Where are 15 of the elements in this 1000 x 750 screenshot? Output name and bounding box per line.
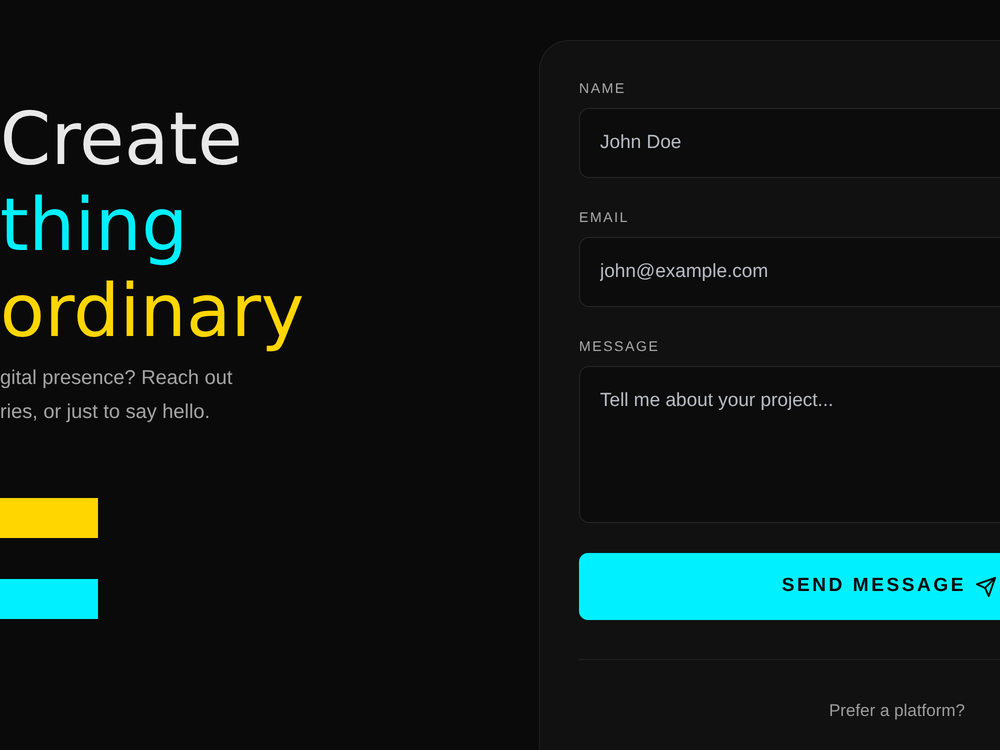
input-field[interactable]: John Doe bbox=[579, 108, 1000, 178]
heading-line: thing bbox=[0, 183, 189, 269]
send-message-button[interactable]: SEND MESSAGE bbox=[579, 553, 1000, 620]
message-field[interactable]: Tell me about your project... bbox=[579, 366, 1000, 523]
platform-prompt: Prefer a platform? bbox=[828, 701, 965, 721]
field-label: MESSAGE bbox=[579, 337, 660, 355]
description-line: gital presence? Reach out bbox=[0, 366, 234, 391]
heading-line: Create bbox=[0, 97, 244, 183]
field-label: EMAIL bbox=[579, 208, 630, 226]
heading-line: ordinary bbox=[0, 269, 306, 355]
send-icon bbox=[976, 576, 996, 596]
field-label: NAME bbox=[579, 79, 627, 97]
action-button[interactable] bbox=[0, 498, 98, 538]
action-button[interactable] bbox=[0, 579, 98, 619]
description-line: ries, or just to say hello. bbox=[0, 400, 212, 425]
